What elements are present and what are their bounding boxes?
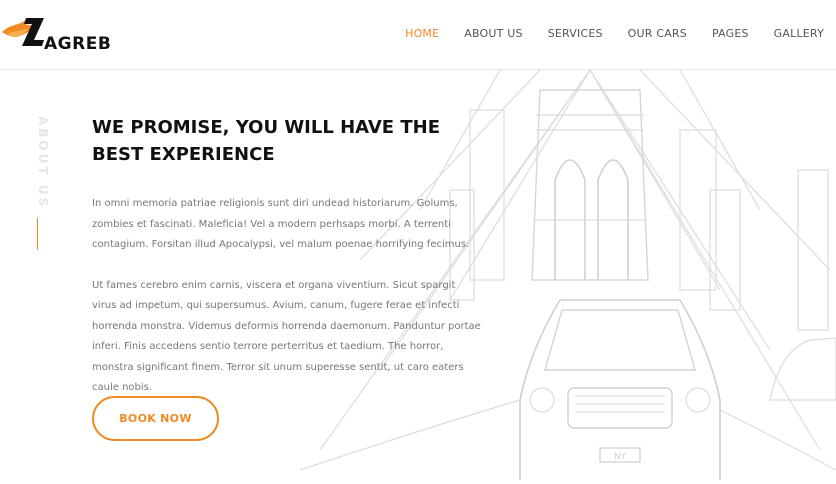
about-paragraph-1: In omni memoria patriae religionis sunt … [92, 198, 470, 250]
section-side-label: ABOUT US [24, 116, 52, 250]
nav-services[interactable]: SERVICES [548, 27, 603, 40]
nav-our-cars[interactable]: OUR CARS [628, 27, 687, 40]
nav-about-us[interactable]: ABOUT US [464, 27, 522, 40]
about-content: WE PROMISE, YOU WILL HAVE THE BEST EXPER… [92, 114, 492, 399]
nav-home[interactable]: HOME [405, 27, 439, 40]
nav-gallery[interactable]: GALLERY [774, 27, 824, 40]
main-nav: HOME ABOUT US SERVICES OUR CARS PAGES GA… [380, 0, 824, 66]
nav-pages[interactable]: PAGES [712, 27, 749, 40]
side-label-accent-line [37, 218, 38, 250]
section-title: WE PROMISE, YOU WILL HAVE THE BEST EXPER… [92, 117, 440, 165]
flame-icon [2, 18, 44, 46]
side-label-text: ABOUT US [36, 116, 50, 210]
about-paragraph-2: Ut fames cerebro enim carnis, viscera et… [92, 279, 481, 394]
book-now-button[interactable]: BOOK NOW [92, 396, 219, 441]
site-logo[interactable]: AGREB [0, 10, 130, 60]
site-header: AGREB HOME ABOUT US SERVICES OUR CARS PA… [0, 0, 836, 70]
license-plate-text: NY [614, 452, 627, 462]
logo-text: AGREB [44, 34, 112, 54]
